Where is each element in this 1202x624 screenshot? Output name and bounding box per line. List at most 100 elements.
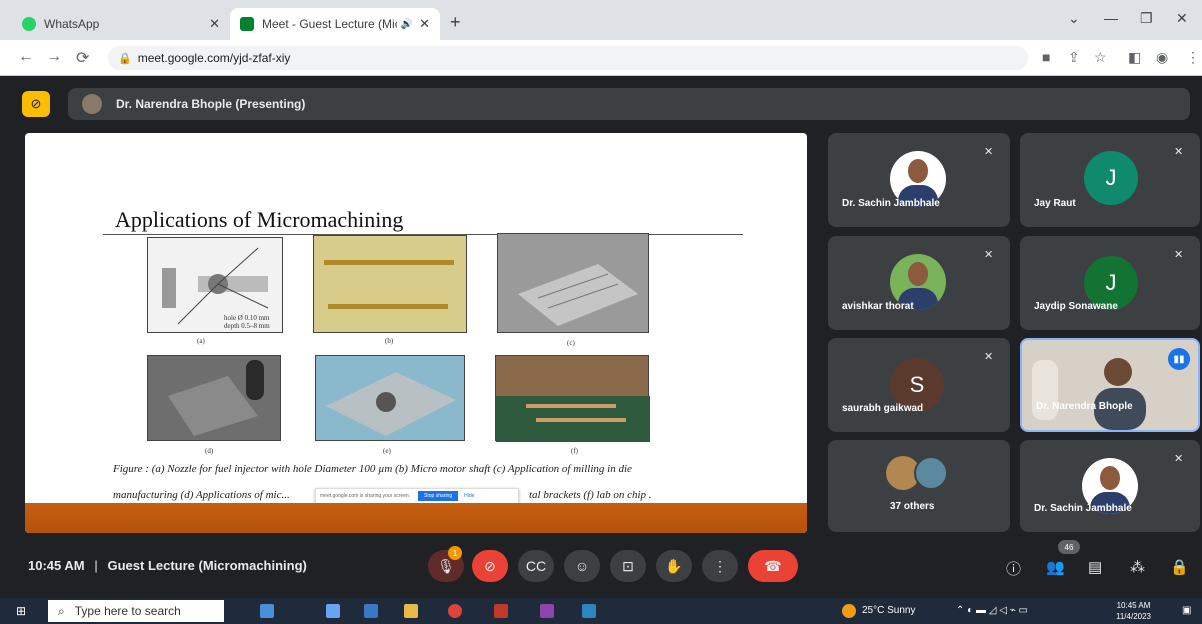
emoji-button[interactable]: ☺ <box>564 550 600 582</box>
others-avatars <box>886 456 952 490</box>
participant-tile[interactable]: ✕ avishkar thorat <box>828 236 1010 330</box>
whatsapp-icon <box>22 17 36 31</box>
camera-toggle-button[interactable]: ⊘ <box>472 550 508 582</box>
meeting-controls-bar: 10:45 AM | Guest Lecture (Micromachining… <box>0 540 1202 592</box>
camera-icon[interactable]: ■ <box>1042 49 1050 65</box>
mic-alert-badge: 1 <box>448 546 462 560</box>
hide-button[interactable]: Hide <box>464 493 474 499</box>
forward-icon[interactable]: → <box>46 48 62 66</box>
people-count-badge: 46 <box>1058 540 1080 554</box>
profile-icon[interactable]: ◉ <box>1156 49 1168 66</box>
share-icon[interactable]: ⇪ <box>1068 49 1080 66</box>
url-input[interactable]: 🔒 meet.google.com/yjd-zfaf-xiy <box>108 46 1028 70</box>
system-tray-icons[interactable]: ⌃ ◐ ▬ ◿ ◁ ⌁ ▭ <box>956 605 1028 616</box>
mic-off-icon: ✕ <box>1174 249 1184 261</box>
presenter-avatar <box>82 94 102 114</box>
micro-drawing <box>168 360 264 436</box>
clock-date: 11/4/2023 <box>1116 612 1151 621</box>
mic-off-icon: ✕ <box>984 249 994 261</box>
presenter-chip: Dr. Narendra Bhople (Presenting) <box>68 88 1190 120</box>
label-a: (a) <box>197 337 205 345</box>
participant-tile[interactable]: ✕ Dr. Sachin Jambhale <box>1020 440 1200 532</box>
minimize-button[interactable]: — <box>1104 10 1118 26</box>
windows-start-icon[interactable]: ⊞ <box>16 604 26 618</box>
separator: | <box>94 558 98 573</box>
close-icon[interactable]: ✕ <box>419 16 430 32</box>
star-icon[interactable]: ☆ <box>1094 49 1107 66</box>
lock-icon[interactable]: 🔒 <box>118 52 132 65</box>
task-view-icon[interactable] <box>326 604 340 618</box>
participant-tile[interactable]: J ✕ Jay Raut <box>1020 133 1200 227</box>
figure-caption-1: Figure : (a) Nozzle for fuel injector wi… <box>113 463 632 475</box>
participant-name: Dr. Narendra Bhople <box>1036 401 1133 412</box>
taskbar-clock[interactable]: 10:45 AM 11/4/2023 <box>1116 600 1151 622</box>
presenter-header: ⊘ Dr. Narendra Bhople (Presenting) <box>12 84 1202 122</box>
others-count: 37 others <box>890 501 935 512</box>
back-icon[interactable]: ← <box>18 48 34 66</box>
new-tab-button[interactable]: + <box>450 12 461 33</box>
people-icon[interactable]: 👥 <box>1046 558 1065 576</box>
maximize-button[interactable]: ❐ <box>1140 10 1153 27</box>
browser-tab-bar: WhatsApp ✕ Meet - Guest Lecture (Micro 🔊… <box>0 0 1202 40</box>
raise-hand-button[interactable]: ✋ <box>656 550 692 582</box>
taskbar-search-input[interactable]: ⌕ Type here to search <box>48 600 224 622</box>
figure-caption-2b: tal brackets (f) lab on chip . <box>529 489 652 501</box>
stop-sharing-button[interactable]: Stop sharing <box>418 491 459 501</box>
label-e: (e) <box>383 447 391 455</box>
avatar <box>914 456 948 490</box>
die-milling-image <box>497 233 649 333</box>
label-c: (c) <box>567 339 575 347</box>
notifications-icon[interactable]: ▣ <box>1182 605 1191 616</box>
avatar: J <box>1084 151 1138 205</box>
speaker-icon[interactable]: 🔊 <box>401 19 413 30</box>
lab-on-chip-image <box>495 355 650 442</box>
app-icon[interactable] <box>364 604 378 618</box>
slide-footer-band <box>25 503 807 533</box>
windows-taskbar: ⊞ ⌕ Type here to search 25°C Sunny ⌃ ◐ ▬… <box>0 598 1202 624</box>
file-explorer-icon[interactable] <box>404 604 418 618</box>
hole-note-1: hole Ø 0.10 mm <box>224 314 270 322</box>
app-icon[interactable] <box>582 604 596 618</box>
tab-meet[interactable]: Meet - Guest Lecture (Micro 🔊 ✕ <box>230 8 440 40</box>
app-icon[interactable] <box>540 604 554 618</box>
mic-off-icon: ✕ <box>984 146 994 158</box>
speaking-icon: ▮▮ <box>1168 348 1190 370</box>
more-options-button[interactable]: ⋮ <box>702 550 738 582</box>
meeting-time: 10:45 AM <box>28 558 85 573</box>
close-window-button[interactable]: ✕ <box>1176 10 1188 27</box>
tab-search-icon[interactable]: ⌄ <box>1068 10 1080 27</box>
widgets-icon[interactable] <box>260 604 274 618</box>
participant-tile[interactable]: ✕ Dr. Sachin Jambhale <box>828 133 1010 227</box>
nozzle-image: hole Ø 0.10 mm depth 0.5–8 mm <box>147 237 283 333</box>
leave-call-button[interactable]: ☎ <box>748 550 798 582</box>
chat-icon[interactable]: ▤ <box>1088 558 1102 576</box>
participant-name: avishkar thorat <box>842 301 914 312</box>
chrome-icon[interactable] <box>448 604 462 618</box>
info-icon[interactable]: ⓘ <box>1006 558 1021 579</box>
reload-icon[interactable]: ⟳ <box>76 48 89 68</box>
hole-note-2: depth 0.5–8 mm <box>224 322 270 330</box>
menu-icon[interactable]: ⋮ <box>1186 49 1200 66</box>
participant-tile[interactable]: J ✕ Jaydip Sonawane <box>1020 236 1200 330</box>
present-button[interactable]: ⊡ <box>610 550 646 582</box>
weather-icon <box>842 604 856 618</box>
shared-screen: Applications of Micromachining hole Ø 0.… <box>25 133 807 533</box>
weather-text[interactable]: 25°C Sunny <box>862 605 915 616</box>
mic-off-icon: ✕ <box>984 351 994 363</box>
label-d: (d) <box>205 447 214 455</box>
sidepanel-icon[interactable]: ◧ <box>1128 49 1141 66</box>
app-icon[interactable] <box>494 604 508 618</box>
participant-tile-video[interactable]: ▮▮ Dr. Narendra Bhople <box>1020 338 1200 432</box>
host-controls-icon[interactable]: 🔒 <box>1170 558 1189 576</box>
tab-whatsapp[interactable]: WhatsApp ✕ <box>12 8 230 40</box>
label-b: (b) <box>385 337 394 345</box>
participant-name: Dr. Sachin Jambhale <box>842 198 940 209</box>
activities-icon[interactable]: ⁂ <box>1130 558 1145 576</box>
others-tile[interactable]: 37 others <box>828 440 1010 532</box>
mic-off-icon: ✕ <box>1174 146 1184 158</box>
camera-off-icon[interactable]: ⊘ <box>22 91 50 117</box>
close-icon[interactable]: ✕ <box>209 16 220 32</box>
participant-tile[interactable]: S ✕ saurabh gaikwad <box>828 338 1010 432</box>
chip-drawing <box>496 396 650 442</box>
captions-button[interactable]: CC <box>518 550 554 582</box>
